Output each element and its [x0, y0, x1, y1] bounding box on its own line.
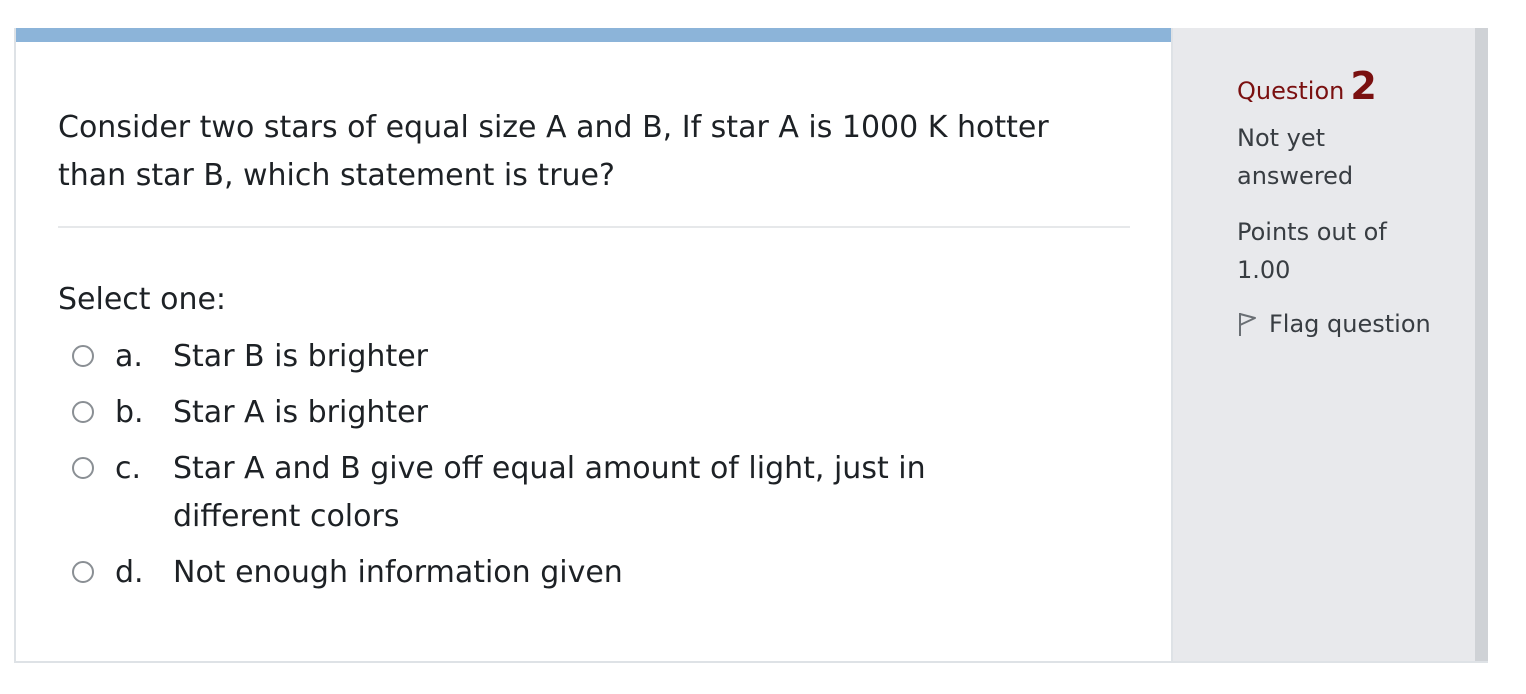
answer-label[interactable]: Not enough information given	[173, 549, 1013, 597]
radio-button-b[interactable]	[72, 401, 94, 423]
flag-question-label[interactable]: Flag question	[1269, 310, 1431, 338]
answer-option-c[interactable]: c. Star A and B give off equal amount of…	[72, 445, 1122, 541]
question-grade: Points out of 1.00	[1237, 218, 1387, 284]
question-state: Not yet answered	[1237, 124, 1354, 190]
answer-list: a. Star B is brighter b. Star A is brigh…	[72, 333, 1122, 605]
answer-option-d[interactable]: d. Not enough information given	[72, 549, 1122, 597]
question-accent-bar	[16, 28, 1171, 42]
flag-outline-icon	[1239, 313, 1256, 336]
answer-letter: c.	[115, 451, 142, 486]
divider	[58, 226, 1130, 228]
question-info-panel: Question 2 Not yet answered Points out of…	[1171, 28, 1475, 661]
answer-letter: d.	[115, 555, 144, 590]
question-number-heading: Question 2	[1237, 64, 1377, 108]
question-number: 2	[1350, 64, 1377, 108]
radio-button-a[interactable]	[72, 345, 94, 367]
answer-label[interactable]: Star B is brighter	[173, 333, 1013, 381]
flag-question-link[interactable]: Flag question	[1237, 310, 1431, 338]
answer-label[interactable]: Star A is brighter	[173, 389, 1013, 437]
question-text: Consider two stars of equal size A and B…	[58, 110, 1049, 193]
answer-option-b[interactable]: b. Star A is brighter	[72, 389, 1122, 437]
answer-label[interactable]: Star A and B give off equal amount of li…	[173, 445, 1013, 541]
question-card: Consider two stars of equal size A and B…	[14, 28, 1488, 663]
radio-button-c[interactable]	[72, 457, 94, 479]
question-content: Consider two stars of equal size A and B…	[16, 28, 1171, 661]
question-label: Question	[1237, 77, 1345, 105]
answer-option-a[interactable]: a. Star B is brighter	[72, 333, 1122, 381]
scrollbar-track[interactable]	[1475, 28, 1488, 661]
answer-letter: b.	[115, 395, 144, 430]
radio-button-d[interactable]	[72, 561, 94, 583]
select-one-prompt: Select one:	[58, 282, 227, 317]
answer-letter: a.	[115, 339, 143, 374]
